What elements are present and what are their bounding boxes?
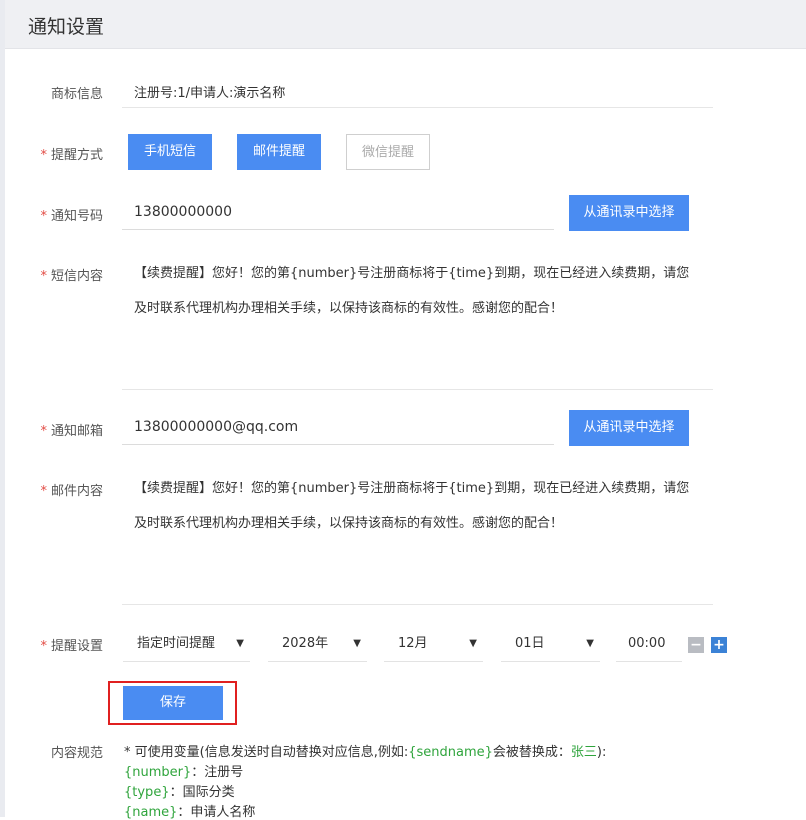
chevron-down-icon: ▼: [236, 638, 244, 649]
trademark-underline: [122, 107, 713, 108]
trademark-value: 注册号:1/申请人:演示名称: [134, 86, 286, 101]
phone-input-value: 13800000000: [134, 204, 232, 220]
chevron-down-icon: ▼: [469, 638, 477, 649]
mail-content-underline: [122, 604, 713, 605]
email-method-button[interactable]: 邮件提醒: [237, 134, 321, 170]
mail-label: * 通知邮箱: [0, 420, 103, 439]
year-value: 2028年: [282, 636, 329, 651]
left-sidebar-edge: [0, 0, 5, 817]
day-value: 01日: [515, 636, 545, 651]
sms-content-line2: 及时联系代理机构办理相关手续，以保持该商标的有效性。感谢您的配合！: [134, 301, 564, 316]
time-input[interactable]: 00:00: [616, 626, 682, 662]
spec-intro-example: 张三: [570, 745, 597, 760]
phone-label-text: 通知号码: [50, 209, 103, 224]
spec-var-row: {type}：国际分类: [124, 781, 235, 800]
plus-icon: +: [713, 637, 725, 653]
method-label: * 提醒方式: [0, 144, 103, 163]
remind-mode-value: 指定时间提醒: [137, 636, 216, 651]
spec-intro-suffix: ):: [596, 745, 607, 760]
page-title: 通知设置: [28, 16, 105, 38]
sms-method-button[interactable]: 手机短信: [128, 134, 212, 170]
mail-content-label-text: 邮件内容: [50, 484, 103, 499]
phone-label: * 通知号码: [0, 205, 103, 224]
mail-content-label: * 邮件内容: [0, 480, 103, 499]
remind-label: * 提醒设置: [0, 635, 103, 654]
mail-label-text: 通知邮箱: [50, 424, 103, 439]
spec-var-desc: ：国际分类: [169, 785, 235, 800]
mail-contacts-button[interactable]: 从通讯录中选择: [569, 410, 689, 446]
spec-label-text: 内容规范: [50, 746, 103, 761]
required-star: *: [40, 424, 47, 439]
mail-content-line2: 及时联系代理机构办理相关手续，以保持该商标的有效性。感谢您的配合！: [134, 516, 564, 531]
spec-var-row: {number}：注册号: [124, 761, 243, 780]
mail-input[interactable]: 13800000000@qq.com: [122, 411, 554, 445]
sms-content-textarea[interactable]: 【续费提醒】您好！您的第{number}号注册商标将于{time}到期，现在已经…: [134, 256, 724, 326]
required-star: *: [40, 484, 47, 499]
required-star: *: [40, 148, 47, 163]
time-value: 00:00: [628, 636, 666, 651]
spec-var-name: {number}: [124, 765, 192, 780]
page-header: 通知设置: [5, 0, 806, 49]
sms-content-label: * 短信内容: [0, 265, 103, 284]
spec-intro: * 可使用变量(信息发送时自动替换对应信息,例如:{sendname}会被替换成…: [124, 741, 606, 760]
wechat-method-button[interactable]: 微信提醒: [346, 134, 430, 170]
spec-intro-mid: 会被替换成：: [492, 745, 571, 760]
phone-contacts-button[interactable]: 从通讯录中选择: [569, 195, 689, 231]
mail-content-textarea[interactable]: 【续费提醒】您好！您的第{number}号注册商标将于{time}到期，现在已经…: [134, 471, 724, 541]
sms-content-label-text: 短信内容: [50, 269, 103, 284]
month-select[interactable]: 12月 ▼: [384, 626, 483, 662]
spec-var-name: {name}: [124, 805, 178, 820]
sms-content-underline: [122, 389, 713, 390]
spec-var-desc: ：申请人名称: [177, 805, 256, 820]
spec-var-name: {type}: [124, 785, 170, 800]
sms-content-line1: 【续费提醒】您好！您的第{number}号注册商标将于{time}到期，现在已经…: [134, 266, 690, 281]
remind-mode-select[interactable]: 指定时间提醒 ▼: [123, 626, 250, 662]
chevron-down-icon: ▼: [353, 638, 361, 649]
spec-label: 内容规范: [0, 742, 103, 761]
required-star: *: [40, 209, 47, 224]
spec-var-row: {name}：申请人名称: [124, 801, 255, 820]
chevron-down-icon: ▼: [586, 638, 594, 649]
method-label-text: 提醒方式: [50, 148, 103, 163]
required-star: *: [40, 269, 47, 284]
required-star: *: [40, 639, 47, 654]
minus-icon: −: [690, 637, 702, 653]
mail-input-value: 13800000000@qq.com: [134, 419, 299, 435]
remind-label-text: 提醒设置: [50, 639, 103, 654]
trademark-label-text: 商标信息: [50, 87, 103, 102]
spec-var-desc: ：注册号: [191, 765, 244, 780]
add-reminder-button[interactable]: +: [711, 637, 727, 653]
trademark-label: 商标信息: [0, 83, 103, 102]
year-select[interactable]: 2028年 ▼: [268, 626, 367, 662]
phone-input[interactable]: 13800000000: [122, 196, 554, 230]
month-value: 12月: [398, 636, 428, 651]
spec-intro-prefix: * 可使用变量(信息发送时自动替换对应信息,例如:: [124, 745, 409, 760]
mail-content-line1: 【续费提醒】您好！您的第{number}号注册商标将于{time}到期，现在已经…: [134, 481, 690, 496]
spec-intro-var: {sendname}: [408, 745, 493, 760]
day-select[interactable]: 01日 ▼: [501, 626, 600, 662]
save-button[interactable]: 保存: [123, 686, 223, 720]
remove-reminder-button[interactable]: −: [688, 637, 704, 653]
